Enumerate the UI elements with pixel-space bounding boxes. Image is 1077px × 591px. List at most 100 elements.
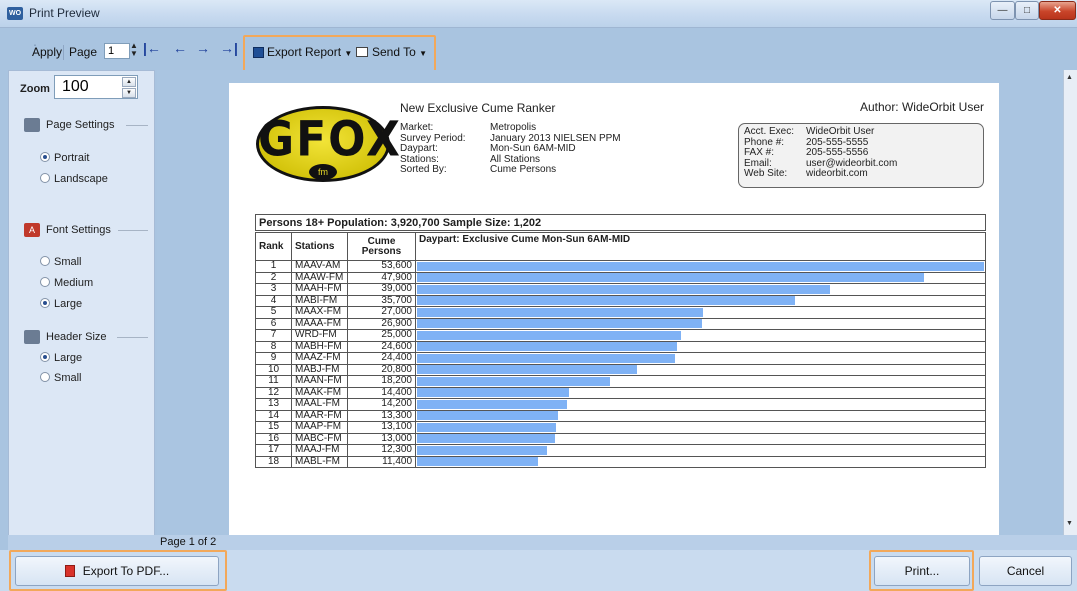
cume-bar	[417, 399, 567, 409]
contact-label: Web Site:	[744, 168, 788, 179]
cume-cell: 13,100	[347, 421, 416, 434]
close-icon: ✕	[1053, 5, 1062, 16]
station-cell: MAAL-FM	[291, 398, 348, 411]
bar-cell	[415, 398, 986, 411]
rank-cell: 1	[255, 260, 292, 273]
report-author: Author: WideOrbit User	[859, 100, 984, 114]
cume-bar	[417, 261, 984, 271]
font-medium-radio[interactable]: Medium	[40, 277, 93, 289]
table-row: 1 MAAV-AM 53,600	[255, 260, 986, 273]
portrait-label: Portrait	[54, 152, 90, 164]
first-page-icon[interactable]: |←	[143, 40, 161, 56]
cume-cell: 53,600	[347, 260, 416, 273]
header-large-label: Large	[54, 352, 83, 364]
cume-bar	[417, 273, 924, 283]
station-cell: MAAA-FM	[291, 317, 348, 330]
rank-cell: 18	[255, 455, 292, 468]
font-large-radio[interactable]: Large	[40, 298, 82, 310]
bar-cell	[415, 271, 986, 284]
divider	[126, 125, 148, 126]
bar-cell	[415, 432, 986, 445]
population-line: Persons 18+ Population: 3,920,700 Sample…	[255, 214, 986, 231]
send-to-button[interactable]: Send To ▼	[372, 45, 427, 59]
header-size-icon	[24, 330, 40, 344]
bar-cell	[415, 317, 986, 330]
table-row: 14 MAAR-FM 13,300	[255, 409, 986, 422]
station-cell: MABJ-FM	[291, 363, 348, 376]
meta-value: Mon-Sun 6AM-MID	[490, 143, 576, 154]
vertical-scrollbar[interactable]	[1063, 70, 1077, 540]
export-report-button[interactable]: Export Report ▼	[267, 45, 352, 59]
radio-empty-icon	[40, 372, 50, 382]
station-cell: MAAK-FM	[291, 386, 348, 399]
minimize-button[interactable]: —	[990, 1, 1015, 20]
bar-cell	[415, 340, 986, 353]
maximize-button[interactable]: □	[1015, 1, 1039, 20]
page-settings-icon	[24, 118, 40, 132]
cume-bar	[417, 445, 547, 455]
col-daypart: Daypart: Exclusive Cume Mon-Sun 6AM-MID	[415, 232, 986, 261]
station-cell: MABL-FM	[291, 455, 348, 468]
zoom-down-icon[interactable]: ▼	[122, 88, 136, 98]
radio-empty-icon	[40, 256, 50, 266]
rank-cell: 11	[255, 375, 292, 388]
print-button[interactable]: Print...	[874, 556, 970, 586]
meta-values: Metropolis January 2013 NIELSEN PPM Mon-…	[490, 122, 621, 176]
landscape-radio[interactable]: Landscape	[40, 173, 108, 185]
export-pdf-button[interactable]: Export To PDF...	[15, 556, 219, 586]
cume-bar	[417, 307, 703, 317]
rank-cell: 14	[255, 409, 292, 422]
page-spinner[interactable]: ▲ ▼	[130, 42, 138, 58]
divider	[118, 230, 148, 231]
cume-cell: 13,300	[347, 409, 416, 422]
bar-cell	[415, 260, 986, 273]
table-row: 3 MAAH-FM 39,000	[255, 283, 986, 296]
portrait-radio[interactable]: Portrait	[40, 152, 89, 164]
table-row: 9 MAAZ-FM 24,400	[255, 352, 986, 365]
scroll-down-icon[interactable]: ▼	[1066, 520, 1073, 527]
cume-bar	[417, 284, 830, 294]
apply-button[interactable]: Apply	[32, 45, 62, 59]
rank-cell: 9	[255, 352, 292, 365]
page-number-input[interactable]	[104, 43, 130, 59]
previous-page-icon[interactable]: ←	[173, 40, 187, 56]
cume-cell: 35,700	[347, 294, 416, 307]
bar-cell	[415, 444, 986, 457]
cume-bar	[417, 434, 555, 444]
station-cell: MAAP-FM	[291, 421, 348, 434]
cume-cell: 25,000	[347, 329, 416, 342]
header-small-radio[interactable]: Small	[40, 372, 82, 384]
rank-cell: 16	[255, 432, 292, 445]
scroll-up-icon[interactable]: ▲	[1066, 74, 1073, 81]
chevron-down-icon: ▼	[344, 49, 353, 58]
last-page-icon[interactable]: →|	[220, 40, 238, 56]
bar-cell	[415, 363, 986, 376]
font-small-radio[interactable]: Small	[40, 256, 82, 268]
contact-label: FAX #:	[744, 147, 775, 158]
cume-cell: 13,000	[347, 432, 416, 445]
station-cell: MAAX-FM	[291, 306, 348, 319]
export-report-label: Export Report	[267, 45, 342, 59]
close-button[interactable]: ✕	[1039, 1, 1076, 20]
station-cell: MABH-FM	[291, 340, 348, 353]
zoom-up-icon[interactable]: ▲	[122, 77, 136, 87]
cancel-button[interactable]: Cancel	[979, 556, 1072, 586]
rank-cell: 2	[255, 271, 292, 284]
send-to-icon	[356, 47, 368, 57]
table-row: 5 MAAX-FM 27,000	[255, 306, 986, 319]
col-stations: Stations	[291, 232, 348, 261]
station-cell: MAAZ-FM	[291, 352, 348, 365]
header-large-radio[interactable]: Large	[40, 352, 82, 364]
meta-value: Cume Persons	[490, 164, 557, 175]
bar-cell	[415, 329, 986, 342]
radio-selected-icon	[40, 152, 50, 162]
rank-cell: 12	[255, 386, 292, 399]
meta-label: Market:	[400, 122, 434, 133]
header-size-header: Header Size	[24, 330, 107, 344]
cume-bar	[417, 319, 702, 329]
cume-cell: 18,200	[347, 375, 416, 388]
next-page-icon[interactable]: →	[196, 40, 210, 56]
rank-cell: 3	[255, 283, 292, 296]
divider	[117, 337, 148, 338]
cume-cell: 11,400	[347, 455, 416, 468]
